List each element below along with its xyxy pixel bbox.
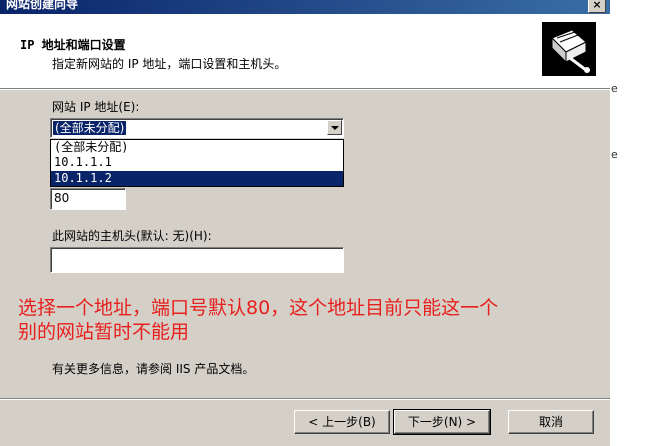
wizard-book-icon xyxy=(542,22,596,76)
red-annotation-note: 选择一个地址，端口号默认80，这个地址目前只能这一个 别的网站暂时不能用 xyxy=(18,296,618,344)
chevron-down-icon xyxy=(331,126,339,130)
back-button[interactable]: < 上一步(B) xyxy=(294,410,390,434)
annotation-line-1: 选择一个地址，端口号默认80，这个地址目前只能这一个 xyxy=(18,297,499,319)
header-divider-highlight xyxy=(0,89,610,90)
ip-address-selected-value: (全部未分配) xyxy=(51,120,128,136)
close-button[interactable]: × xyxy=(588,0,606,13)
annotation-line-2: 别的网站暂时不能用 xyxy=(18,321,190,343)
ip-option-10-1-1-1[interactable]: 10.1.1.1 xyxy=(51,155,343,170)
ip-address-dropdown-list: (全部未分配) 10.1.1.1 10.1.1.2 xyxy=(50,139,344,187)
footer-divider-highlight xyxy=(0,399,610,400)
ip-address-combobox[interactable]: (全部未分配) xyxy=(50,118,344,138)
title-bar: 网站创建向导 × xyxy=(0,0,610,14)
website-creation-wizard: 网站创建向导 × IP 地址和端口设置 指定新网站的 IP 地址，端口设置和主机… xyxy=(0,0,610,446)
page-subtitle: 指定新网站的 IP 地址，端口设置和主机头。 xyxy=(52,57,287,71)
dropdown-arrow-button[interactable] xyxy=(327,120,342,135)
wizard-header: IP 地址和端口设置 指定新网站的 IP 地址，端口设置和主机头。 xyxy=(0,14,610,88)
background-glyph: e xyxy=(611,148,618,161)
page-title: IP 地址和端口设置 xyxy=(20,38,126,52)
cancel-button[interactable]: 取消 xyxy=(508,410,594,434)
more-info-text: 有关更多信息，请参阅 IIS 产品文档。 xyxy=(52,362,255,376)
window-title: 网站创建向导 xyxy=(6,0,79,11)
background-window-edge: e e xyxy=(610,0,645,446)
host-header-field[interactable] xyxy=(50,247,344,273)
next-button[interactable]: 下一步(N) > xyxy=(393,409,491,435)
host-header-label: 此网站的主机头(默认: 无)(H): xyxy=(52,229,212,243)
ip-option-unassigned[interactable]: (全部未分配) xyxy=(51,140,343,155)
ip-option-10-1-1-2[interactable]: 10.1.1.2 xyxy=(51,171,343,186)
ip-address-label: 网站 IP 地址(E): xyxy=(52,100,140,114)
tcp-port-field[interactable]: 80 xyxy=(50,188,126,210)
background-glyph: e xyxy=(611,82,618,95)
tcp-port-value: 80 xyxy=(54,191,70,205)
